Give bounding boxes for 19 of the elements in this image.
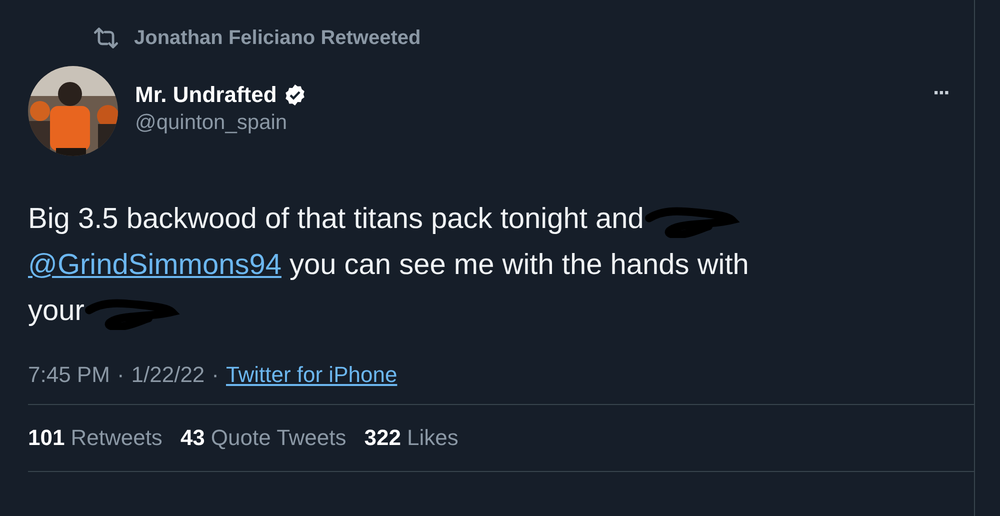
tweet-text: your [28, 295, 84, 327]
user-handle[interactable]: @quinton_spain [135, 111, 934, 135]
stat-label[interactable]: Retweets [70, 425, 162, 451]
stat-count: 101 [28, 425, 65, 451]
tweet-text: you can see me with the hands with [289, 249, 749, 281]
source-link[interactable]: Twitter for iPhone [226, 362, 398, 388]
display-name: Mr. Undrafted [135, 82, 277, 108]
tweet-time: 7:45 PM [28, 362, 110, 388]
stat-label[interactable]: Quote Tweets [210, 425, 346, 451]
separator-dot: · [116, 362, 124, 388]
tweet-text: Big 3.5 backwood of that titans pack tonight and [28, 203, 644, 235]
stat-count: 322 [364, 425, 401, 451]
stat-count: 43 [180, 425, 205, 451]
more-options-button[interactable]: ··· [933, 80, 949, 106]
tweet-date: 1/22/22 [131, 362, 205, 388]
stat-label[interactable]: Likes [406, 425, 458, 451]
separator-dot: · [212, 362, 219, 388]
mention-link[interactable]: @GrindSimmons94 [28, 249, 282, 281]
retweet-label: Jonathan Feliciano Retweeted [134, 26, 421, 50]
